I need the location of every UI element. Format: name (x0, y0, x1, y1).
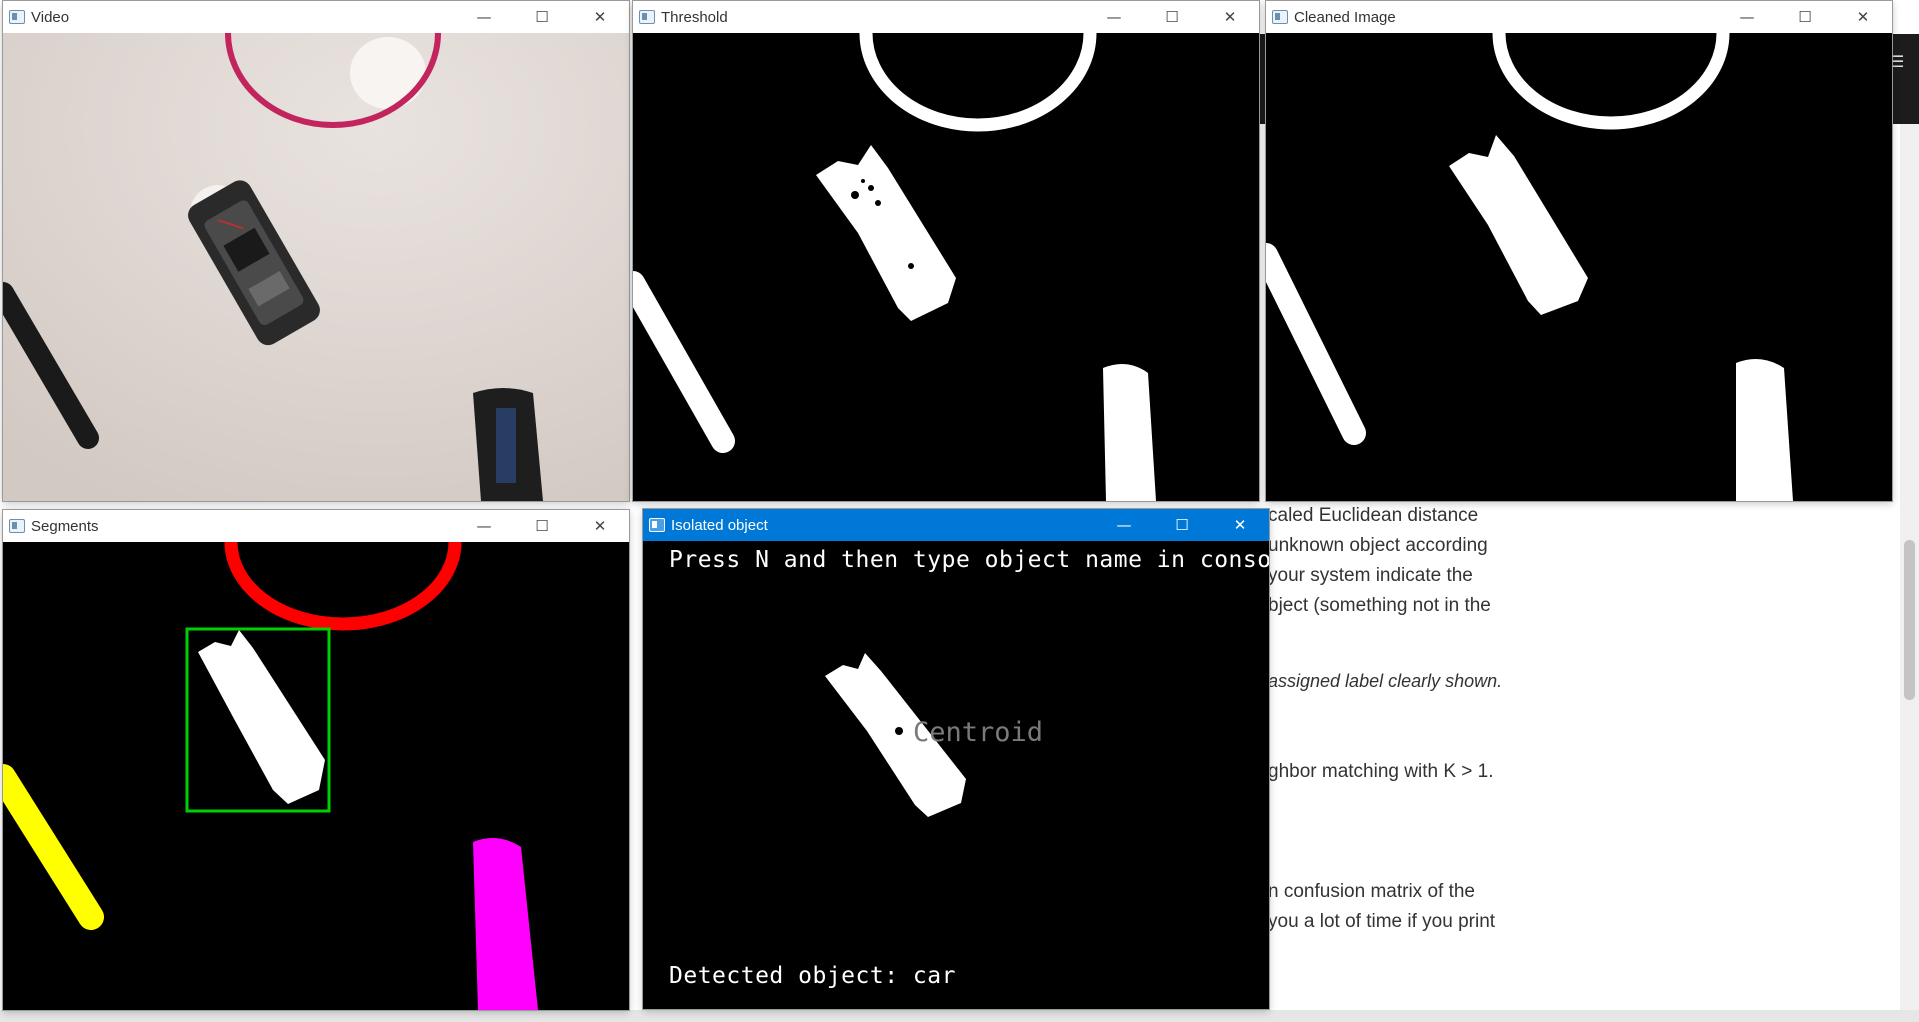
cleaned-titlebar[interactable]: Cleaned Image — ☐ ✕ (1266, 1, 1892, 33)
doc-line: n confusion matrix of the (1268, 881, 1475, 902)
cleaned-window[interactable]: Cleaned Image — ☐ ✕ (1266, 1, 1892, 501)
segments-window[interactable]: Segments — ☐ ✕ (3, 510, 629, 1010)
window-title: Isolated object (671, 516, 768, 534)
video-frame (3, 33, 629, 501)
maximize-icon[interactable]: ☐ (1153, 509, 1211, 541)
threshold-image (633, 33, 1259, 501)
minimize-icon[interactable]: — (1095, 509, 1153, 541)
centroid-dot (895, 727, 903, 735)
minimize-icon[interactable]: — (1718, 1, 1776, 33)
segments-titlebar[interactable]: Segments — ☐ ✕ (3, 510, 629, 542)
app-icon (9, 519, 25, 533)
app-icon (9, 10, 25, 24)
close-icon[interactable]: ✕ (571, 510, 629, 542)
window-title: Segments (31, 517, 99, 535)
window-title: Cleaned Image (1294, 8, 1396, 26)
maximize-icon[interactable]: ☐ (513, 1, 571, 33)
doc-line: assigned label clearly shown. (1268, 671, 1503, 691)
doc-line: your system indicate the (1268, 565, 1473, 586)
segments-frame (3, 542, 629, 1010)
cleaned-image (1266, 33, 1892, 501)
video-window[interactable]: Video — ☐ ✕ (3, 1, 629, 501)
close-icon[interactable]: ✕ (1201, 1, 1259, 33)
isolated-object-window[interactable]: Isolated object — ☐ ✕ Press N and then t… (643, 509, 1269, 1009)
close-icon[interactable]: ✕ (1211, 509, 1269, 541)
app-icon (639, 10, 655, 24)
doc-line: you a lot of time if you print (1268, 911, 1496, 932)
marker-label (496, 408, 516, 483)
scrollbar-thumb[interactable] (1904, 540, 1915, 700)
background-statusbar (0, 1010, 1919, 1022)
window-title: Video (31, 8, 70, 26)
threshold-frame (633, 33, 1259, 501)
maximize-icon[interactable]: ☐ (513, 510, 571, 542)
minimize-icon[interactable]: — (1085, 1, 1143, 33)
doc-line: bject (something not in the (1268, 595, 1491, 616)
marker-blob (1103, 364, 1156, 501)
minimize-icon[interactable]: — (455, 1, 513, 33)
detected-object-text: Detected object: car (669, 963, 956, 989)
segments-image (3, 542, 629, 1010)
isolated-frame: Press N and then type object name in con… (643, 541, 1269, 1009)
minimize-icon[interactable]: — (455, 510, 513, 542)
menu-icon[interactable]: ☰ (1890, 52, 1904, 71)
maximize-icon[interactable]: ☐ (1776, 1, 1834, 33)
video-titlebar[interactable]: Video — ☐ ✕ (3, 1, 629, 33)
isolated-titlebar[interactable]: Isolated object — ☐ ✕ (643, 509, 1269, 541)
isolated-image (643, 541, 1269, 1009)
threshold-window[interactable]: Threshold — ☐ ✕ (633, 1, 1259, 501)
centroid-label: Centroid (913, 717, 1044, 748)
threshold-titlebar[interactable]: Threshold — ☐ ✕ (633, 1, 1259, 33)
doc-line: ghbor matching with K > 1. (1268, 761, 1494, 782)
doc-line: unknown object according (1268, 535, 1488, 556)
app-icon (649, 518, 665, 532)
camera-image (3, 33, 629, 501)
light-glare (350, 37, 426, 109)
doc-line: caled Euclidean distance (1268, 505, 1479, 526)
app-icon (1272, 10, 1288, 24)
close-icon[interactable]: ✕ (1834, 1, 1892, 33)
cleaned-frame (1266, 33, 1892, 501)
instruction-text: Press N and then type object name in con… (669, 547, 1269, 573)
maximize-icon[interactable]: ☐ (1143, 1, 1201, 33)
close-icon[interactable]: ✕ (571, 1, 629, 33)
marker-blob (1736, 359, 1793, 501)
window-title: Threshold (661, 8, 728, 26)
